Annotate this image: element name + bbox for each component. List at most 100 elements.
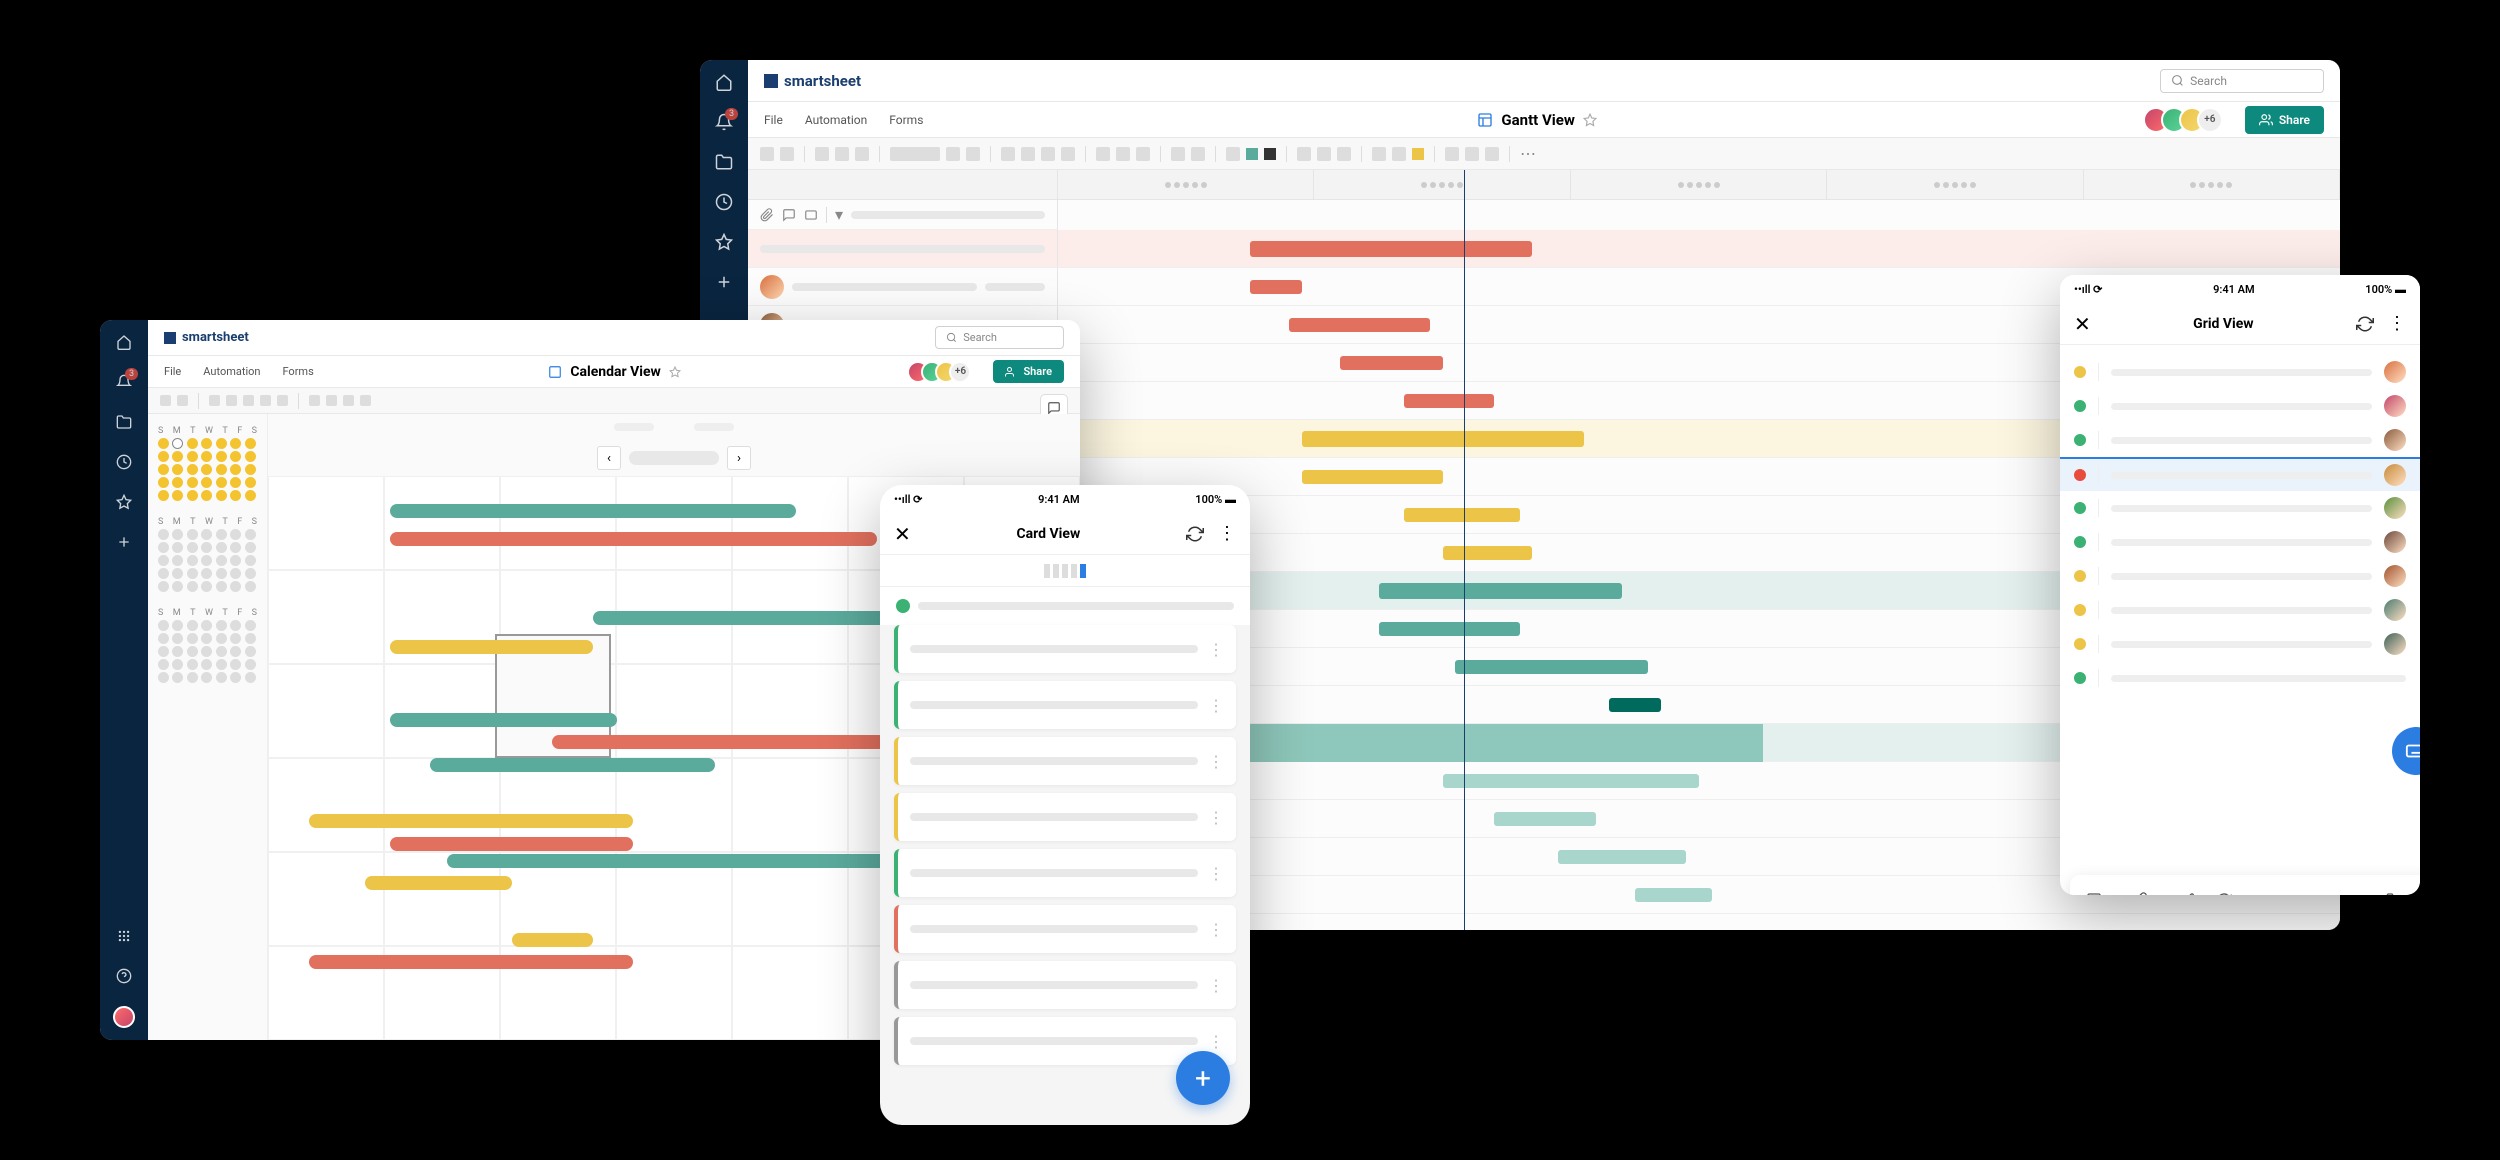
card-item[interactable]: ⋮	[894, 737, 1236, 785]
more-icon[interactable]: ⋮	[2388, 313, 2406, 334]
gantt-row[interactable]	[748, 230, 2340, 268]
menu-forms[interactable]: Forms	[889, 113, 923, 127]
toolbar-item[interactable]	[1171, 147, 1185, 161]
toolbar-item[interactable]	[1021, 147, 1035, 161]
toolbar-item[interactable]	[946, 147, 960, 161]
gantt-bar[interactable]	[1250, 280, 1301, 294]
grid-row[interactable]	[2060, 525, 2420, 559]
share-button[interactable]: Share	[993, 360, 1064, 383]
comments-count[interactable]: 0	[2086, 892, 2113, 895]
attachments-count[interactable]: 0	[2133, 892, 2160, 895]
highlight-swatch[interactable]	[1412, 148, 1424, 160]
assignee-avatar[interactable]	[760, 275, 784, 299]
fill-color-swatch[interactable]	[1264, 148, 1276, 160]
assignee-avatar[interactable]	[2384, 429, 2406, 451]
card-more-icon[interactable]: ⋮	[1208, 976, 1224, 995]
card-more-icon[interactable]: ⋮	[1208, 1032, 1224, 1051]
home-icon[interactable]	[714, 72, 734, 92]
grid-row[interactable]	[2060, 389, 2420, 423]
gantt-bar[interactable]	[1609, 698, 1660, 712]
attachment-icon[interactable]	[760, 208, 774, 222]
menu-file[interactable]: File	[164, 365, 181, 378]
card-more-icon[interactable]: ⋮	[1208, 920, 1224, 939]
gantt-bar[interactable]	[1289, 318, 1430, 332]
search-input[interactable]: Search	[2160, 69, 2324, 93]
card-item[interactable]: ⋮	[894, 961, 1236, 1009]
toolbar-item[interactable]	[1041, 147, 1055, 161]
gantt-bar[interactable]	[1494, 812, 1597, 826]
toolbar-item[interactable]	[890, 147, 940, 161]
brand-logo[interactable]: smartsheet	[164, 330, 249, 345]
menu-file[interactable]: File	[764, 113, 783, 127]
card-item[interactable]: ⋮	[894, 681, 1236, 729]
toolbar-item[interactable]	[1445, 147, 1459, 161]
calendar-event[interactable]	[365, 876, 511, 890]
menu-automation[interactable]: Automation	[203, 365, 260, 378]
notifications-icon[interactable]: 3	[714, 112, 734, 132]
grid-row-list[interactable]	[2060, 345, 2420, 705]
mini-cal-after[interactable]: SMTWTFS	[158, 606, 257, 683]
avatar-overflow[interactable]: +6	[2197, 107, 2223, 133]
close-icon[interactable]: ✕	[894, 522, 911, 546]
card-more-icon[interactable]: ⋮	[1208, 696, 1224, 715]
brand-logo[interactable]: smartsheet	[764, 72, 861, 90]
assignee-avatar[interactable]	[2384, 464, 2406, 486]
toolbar-item[interactable]	[360, 395, 371, 406]
row-icon[interactable]	[804, 208, 818, 222]
font-color-swatch[interactable]	[1246, 148, 1258, 160]
gantt-bar[interactable]	[1635, 888, 1712, 902]
calendar-event[interactable]	[390, 640, 593, 654]
toolbar-item[interactable]	[1465, 147, 1479, 161]
assignee-avatar[interactable]	[2384, 361, 2406, 383]
card-item[interactable]: ⋮	[894, 849, 1236, 897]
gantt-bar[interactable]	[1302, 470, 1443, 484]
calendar-event[interactable]	[447, 854, 894, 868]
assignee-avatar[interactable]	[2384, 531, 2406, 553]
folder-icon[interactable]	[114, 412, 134, 432]
add-icon[interactable]	[114, 532, 134, 552]
calendar-event[interactable]	[309, 814, 634, 828]
gantt-bar[interactable]	[1443, 546, 1533, 560]
grid-row[interactable]	[2060, 593, 2420, 627]
toolbar-item[interactable]	[226, 395, 237, 406]
toolbar-item[interactable]	[1001, 147, 1015, 161]
calendar-event[interactable]	[390, 837, 634, 851]
gantt-bar[interactable]	[1379, 583, 1623, 599]
more-icon[interactable]: ⋯	[1520, 144, 1536, 163]
add-icon[interactable]	[714, 272, 734, 292]
gantt-bar[interactable]	[1340, 356, 1443, 370]
next-month-button[interactable]: ›	[727, 446, 751, 470]
share-button[interactable]: Share	[2245, 106, 2324, 134]
calendar-event[interactable]	[430, 758, 714, 772]
card-more-icon[interactable]: ⋮	[1208, 752, 1224, 771]
assignee-avatar[interactable]	[2384, 565, 2406, 587]
collaborator-avatars[interactable]: +6	[2151, 107, 2223, 133]
calendar-event[interactable]	[512, 933, 593, 947]
toolbar-item[interactable]	[835, 147, 849, 161]
star-icon[interactable]	[669, 366, 681, 378]
toolbar-item[interactable]	[966, 147, 980, 161]
add-card-fab[interactable]: +	[1176, 1051, 1230, 1105]
apps-icon[interactable]	[114, 926, 134, 946]
toolbar-item[interactable]	[1317, 147, 1331, 161]
gantt-bar[interactable]	[1455, 660, 1647, 674]
grid-row[interactable]	[2060, 355, 2420, 389]
prev-month-button[interactable]: ‹	[597, 446, 621, 470]
card-item[interactable]: ⋮	[894, 793, 1236, 841]
gantt-bar[interactable]	[1404, 508, 1519, 522]
toolbar-item[interactable]	[160, 395, 171, 406]
card-more-icon[interactable]: ⋮	[1208, 640, 1224, 659]
card-more-icon[interactable]: ⋮	[1208, 808, 1224, 827]
recents-icon[interactable]	[714, 192, 734, 212]
toolbar-item[interactable]	[1096, 147, 1110, 161]
grid-row[interactable]	[2060, 559, 2420, 593]
favorites-icon[interactable]	[714, 232, 734, 252]
close-icon[interactable]: ✕	[2074, 312, 2091, 336]
card-more-icon[interactable]: ⋮	[1208, 864, 1224, 883]
grid-row[interactable]	[2060, 661, 2420, 695]
gantt-bar[interactable]	[1250, 241, 1532, 257]
toolbar-item[interactable]	[1372, 147, 1386, 161]
toolbar-item[interactable]	[780, 147, 794, 161]
toolbar-item[interactable]	[243, 395, 254, 406]
edit-icon[interactable]	[2180, 892, 2196, 895]
